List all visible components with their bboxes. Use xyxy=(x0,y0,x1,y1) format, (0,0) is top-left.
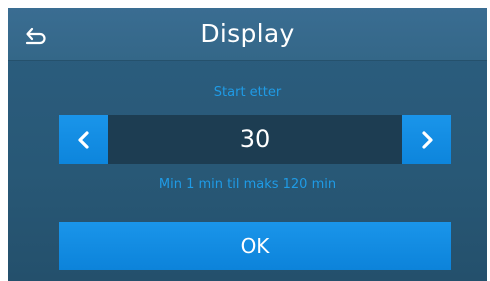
decrement-button[interactable] xyxy=(59,115,108,164)
increment-button[interactable] xyxy=(402,115,451,164)
delay-value[interactable]: 30 xyxy=(108,115,402,164)
start-delay-stepper: 30 xyxy=(59,115,451,164)
back-button[interactable] xyxy=(18,18,50,50)
start-after-label: Start etter xyxy=(213,85,282,100)
range-hint: Min 1 min til maks 120 min xyxy=(158,177,337,192)
header-bar: Display xyxy=(8,8,487,61)
chevron-right-icon xyxy=(421,130,433,149)
display-screen: Display Start etter 30 Min 1 min til mak… xyxy=(8,8,487,281)
chevron-left-icon xyxy=(77,130,89,149)
ok-button[interactable]: OK xyxy=(59,222,451,270)
page-title: Display xyxy=(200,19,295,48)
back-arrow-icon xyxy=(25,27,46,45)
